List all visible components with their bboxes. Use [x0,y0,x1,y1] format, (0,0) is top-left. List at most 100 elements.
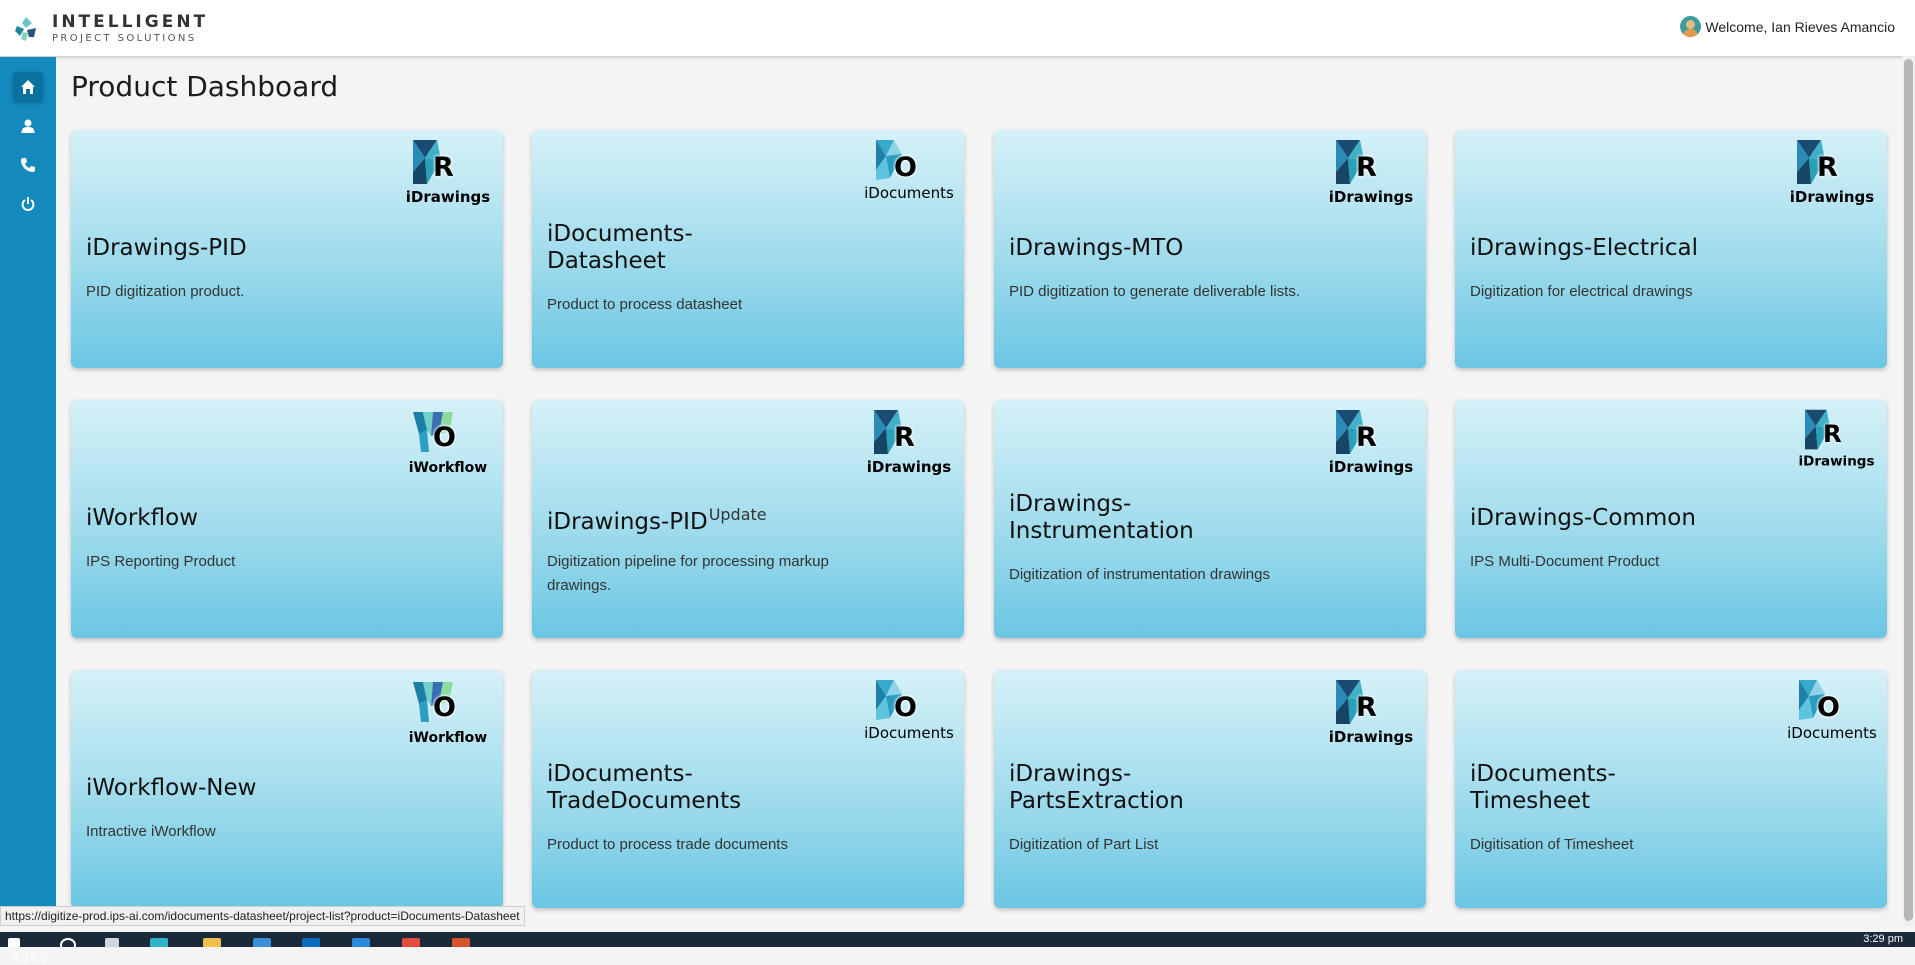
idrawings-logo-icon: RiDrawings [403,138,493,208]
sidebar-item-profile[interactable] [13,111,43,141]
logo-caption: iDrawings [1328,728,1414,746]
product-card[interactable]: OiWorkflow iWorkflow IPS Reporting Product [71,400,503,638]
os-taskbar: 3:29 pm [0,932,1915,947]
product-card-title-line: Instrumentation [1009,518,1194,544]
product-card-title: iDrawings-MTO [1009,220,1249,276]
store-icon[interactable] [253,938,271,947]
iworkflow-logo-icon: OiWorkflow [403,408,493,478]
product-card-title: iDrawings-Electrical [1470,220,1710,276]
user-menu[interactable]: Welcome, Ian Rieves Amancio [1680,16,1895,37]
product-card-description: Product to process trade documents [547,836,788,853]
product-card-title-line: iDrawings- [1009,761,1132,787]
vscode-icon[interactable] [352,938,370,947]
logo-letter: O [1817,692,1840,723]
product-card-title: iDocuments- Timesheet [1470,760,1710,816]
logo-caption: iDrawings [1789,188,1875,206]
logo-caption: iDrawings [1798,453,1875,470]
avatar-icon [1680,16,1702,37]
page-scrollbar[interactable] [1902,56,1915,926]
task-view-icon[interactable] [105,938,119,947]
scrollbar-thumb[interactable] [1904,59,1913,921]
product-card-description: Intractive iWorkflow [86,823,216,840]
product-card-title: iWorkflow-New [86,760,326,816]
product-card[interactable]: OiDocuments iDocuments- Timesheet Digitisat… [1455,670,1887,908]
idocuments-logo-icon: OiDocuments [864,138,954,208]
welcome-text: Welcome, Ian Rieves Amancio [1705,18,1895,35]
product-card-title-text: iDrawings-PID [547,508,708,535]
idrawings-logo-icon: RiDrawings [1326,678,1416,748]
logo-letter: O [433,422,456,453]
chrome-icon[interactable] [402,938,420,947]
iworkflow-logo-icon: OiWorkflow [403,678,493,748]
user-icon [21,119,35,133]
logo-letter: R [1356,152,1377,183]
product-card-description: Digitization for electrical drawings [1470,283,1693,300]
idrawings-logo-icon: RiDrawings [1326,138,1416,208]
product-card[interactable]: RiDrawings iDrawings- PartsExtraction Digit… [994,670,1426,908]
sidebar-item-contact[interactable] [13,150,43,180]
logo-caption: iWorkflow [408,730,488,746]
product-card-title-line: TradeDocuments [547,788,742,814]
product-card-title-text: iWorkflow-New [86,774,257,801]
product-card[interactable]: RiDrawings iDrawings-Electrical Digitizati… [1455,130,1887,368]
product-card[interactable]: OiDocuments iDocuments- TradeDocuments Prod… [532,670,964,908]
logo-letter: R [1817,152,1838,183]
logo-letter: O [433,692,456,723]
logo-letter: R [1823,420,1842,449]
logo-letter: R [433,152,454,183]
product-card-description: IPS Reporting Product [86,553,236,570]
start-icon[interactable] [8,938,20,947]
product-card-title-line: Timesheet [1470,788,1591,814]
sidebar-item-logout[interactable] [13,189,43,219]
product-card[interactable]: RiDrawings iDrawings- Instrumentation Digit… [994,400,1426,638]
product-card[interactable]: RiDrawings iDrawings-Common IPS Multi-Docu… [1455,400,1887,638]
product-card-description: PID digitization to generate deliverable… [1009,283,1300,300]
app-version: 4.16.0 [12,950,49,965]
product-card-title-line: Datasheet [547,248,666,274]
product-card-title-line: PartsExtraction [1009,788,1184,814]
search-icon[interactable] [60,938,76,947]
logo-letter: O [894,692,917,723]
logo-caption: iDrawings [405,188,491,206]
logo-caption: iWorkflow [408,460,488,476]
product-card-title: iDocuments- Datasheet [547,220,787,276]
file-explorer-icon[interactable] [203,938,221,947]
product-card[interactable]: RiDrawings iDrawings-PIDUpdate Digitizatio… [532,400,964,638]
product-card-title-text: iDrawings-Common [1470,504,1696,531]
product-card-title-line: iDocuments- [547,221,693,247]
brand-logo[interactable]: INTELLIGENT PROJECT SOLUTIONS [14,12,208,46]
product-card[interactable]: OiDocuments iDocuments- Datasheet Product t… [532,130,964,368]
product-card-title-text: iDrawings-MTO [1009,234,1184,261]
product-card[interactable]: OiWorkflow iWorkflow-New Intractive iWorkf… [71,670,503,908]
edge-browser-icon[interactable] [150,938,168,947]
taskbar-clock: 3:29 pm [1863,933,1903,945]
logo-caption: iDrawings [1328,188,1414,206]
product-card-title: iDrawings-PIDUpdate [547,490,787,546]
product-card-title-line: iDocuments- [1470,761,1616,787]
phone-icon [21,158,35,172]
product-card-title: iDocuments- TradeDocuments [547,760,787,816]
product-card[interactable]: RiDrawings iDrawings-PID PID digitization … [71,130,503,368]
product-card-description: Digitization of Part List [1009,836,1159,853]
idrawings-logo-icon: RiDrawings [1787,138,1877,208]
top-header: INTELLIGENT PROJECT SOLUTIONS Welcome, I… [0,0,1915,57]
product-card-description: IPS Multi-Document Product [1470,553,1660,570]
power-icon [21,197,35,211]
product-card-title-line: iDrawings- [1009,491,1132,517]
product-card-description: Digitization pipeline for processing mar… [547,553,829,594]
product-card[interactable]: RiDrawings iDrawings-MTO PID digitization … [994,130,1426,368]
product-card-title: iWorkflow [86,490,326,546]
logo-caption: iDocuments [1787,724,1877,742]
product-card-title: iDrawings- Instrumentation [1009,490,1249,546]
app-icon[interactable] [452,938,470,947]
status-bar-url: https://digitize-prod.ips-ai.com/idocume… [0,906,525,926]
product-card-description: Product to process datasheet [547,296,743,313]
sidebar-item-home[interactable] [13,72,43,102]
outlook-icon[interactable] [302,938,320,947]
product-card-title: iDrawings-Common [1470,490,1710,546]
brand-subtitle: PROJECT SOLUTIONS [52,33,197,44]
product-card-description: Digitization of instrumentation drawings [1009,566,1270,583]
idocuments-logo-icon: OiDocuments [1787,678,1877,748]
idrawings-logo-icon: RiDrawings [1796,408,1877,471]
product-card-title: iDrawings-PID [86,220,326,276]
